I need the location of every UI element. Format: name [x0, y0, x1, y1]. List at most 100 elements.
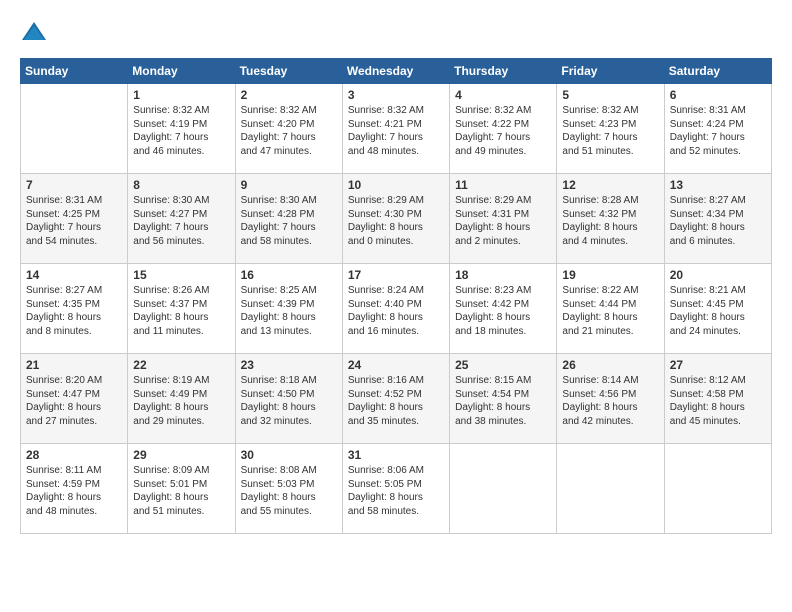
day-cell: 30 Sunrise: 8:08 AM Sunset: 5:03 PM Dayli…: [235, 444, 342, 534]
day-number: 31: [348, 448, 444, 462]
col-header-sunday: Sunday: [21, 59, 128, 84]
header: [20, 20, 772, 48]
day-cell: 19 Sunrise: 8:22 AM Sunset: 4:44 PM Dayli…: [557, 264, 664, 354]
day-number: 14: [26, 268, 122, 282]
day-number: 3: [348, 88, 444, 102]
week-row-4: 21 Sunrise: 8:20 AM Sunset: 4:47 PM Dayli…: [21, 354, 772, 444]
day-cell: 10Sunrise: 8:29 AM Sunset: 4:30 PM Dayli…: [342, 174, 449, 264]
day-info: Sunrise: 8:14 AM Sunset: 4:56 PM Dayligh…: [562, 374, 658, 428]
day-number: 18: [455, 268, 551, 282]
day-number: 12: [562, 178, 658, 192]
day-info: Sunrise: 8:23 AM Sunset: 4:42 PM Dayligh…: [455, 284, 551, 338]
day-number: 7: [26, 178, 122, 192]
day-info: Sunrise: 8:32 AM Sunset: 4:21 PM Dayligh…: [348, 104, 444, 158]
day-cell: 25Sunrise: 8:15 AM Sunset: 4:54 PM Dayli…: [450, 354, 557, 444]
day-cell: 3 Sunrise: 8:32 AM Sunset: 4:21 PM Daylig…: [342, 84, 449, 174]
day-info: Sunrise: 8:32 AM Sunset: 4:22 PM Dayligh…: [455, 104, 551, 158]
day-cell: 7Sunrise: 8:31 AM Sunset: 4:25 PM Daylig…: [21, 174, 128, 264]
day-cell: 9 Sunrise: 8:30 AM Sunset: 4:28 PM Daylig…: [235, 174, 342, 264]
day-cell: 28 Sunrise: 8:11 AM Sunset: 4:59 PM Dayli…: [21, 444, 128, 534]
day-number: 28: [26, 448, 122, 462]
day-info: Sunrise: 8:12 AM Sunset: 4:58 PM Dayligh…: [670, 374, 766, 428]
day-number: 5: [562, 88, 658, 102]
day-cell: 23 Sunrise: 8:18 AM Sunset: 4:50 PM Dayli…: [235, 354, 342, 444]
day-info: Sunrise: 8:18 AM Sunset: 4:50 PM Dayligh…: [241, 374, 337, 428]
week-row-3: 14 Sunrise: 8:27 AM Sunset: 4:35 PM Dayli…: [21, 264, 772, 354]
day-info: Sunrise: 8:27 AM Sunset: 4:35 PM Dayligh…: [26, 284, 122, 338]
day-info: Sunrise: 8:32 AM Sunset: 4:20 PM Dayligh…: [241, 104, 337, 158]
day-cell: 8 Sunrise: 8:30 AM Sunset: 4:27 PM Daylig…: [128, 174, 235, 264]
calendar-table: SundayMondayTuesdayWednesdayThursdayFrid…: [20, 58, 772, 534]
day-info: Sunrise: 8:27 AM Sunset: 4:34 PM Dayligh…: [670, 194, 766, 248]
day-number: 2: [241, 88, 337, 102]
day-info: Sunrise: 8:21 AM Sunset: 4:45 PM Dayligh…: [670, 284, 766, 338]
day-info: Sunrise: 8:09 AM Sunset: 5:01 PM Dayligh…: [133, 464, 229, 518]
day-info: Sunrise: 8:30 AM Sunset: 4:28 PM Dayligh…: [241, 194, 337, 248]
day-info: Sunrise: 8:08 AM Sunset: 5:03 PM Dayligh…: [241, 464, 337, 518]
day-cell: 16Sunrise: 8:25 AM Sunset: 4:39 PM Dayli…: [235, 264, 342, 354]
day-info: Sunrise: 8:30 AM Sunset: 4:27 PM Dayligh…: [133, 194, 229, 248]
day-cell: 13 Sunrise: 8:27 AM Sunset: 4:34 PM Dayli…: [664, 174, 771, 264]
day-cell: 11 Sunrise: 8:29 AM Sunset: 4:31 PM Dayli…: [450, 174, 557, 264]
day-number: 1: [133, 88, 229, 102]
day-number: 21: [26, 358, 122, 372]
day-info: Sunrise: 8:24 AM Sunset: 4:40 PM Dayligh…: [348, 284, 444, 338]
col-header-wednesday: Wednesday: [342, 59, 449, 84]
day-cell: 6Sunrise: 8:31 AM Sunset: 4:24 PM Daylig…: [664, 84, 771, 174]
day-cell: 1Sunrise: 8:32 AM Sunset: 4:19 PM Daylig…: [128, 84, 235, 174]
day-cell: 15Sunrise: 8:26 AM Sunset: 4:37 PM Dayli…: [128, 264, 235, 354]
day-cell: 14 Sunrise: 8:27 AM Sunset: 4:35 PM Dayli…: [21, 264, 128, 354]
day-cell: [664, 444, 771, 534]
day-cell: 29 Sunrise: 8:09 AM Sunset: 5:01 PM Dayli…: [128, 444, 235, 534]
day-number: 23: [241, 358, 337, 372]
day-number: 19: [562, 268, 658, 282]
day-cell: 21 Sunrise: 8:20 AM Sunset: 4:47 PM Dayli…: [21, 354, 128, 444]
day-info: Sunrise: 8:15 AM Sunset: 4:54 PM Dayligh…: [455, 374, 551, 428]
week-row-2: 7Sunrise: 8:31 AM Sunset: 4:25 PM Daylig…: [21, 174, 772, 264]
day-cell: 20 Sunrise: 8:21 AM Sunset: 4:45 PM Dayli…: [664, 264, 771, 354]
day-info: Sunrise: 8:22 AM Sunset: 4:44 PM Dayligh…: [562, 284, 658, 338]
day-number: 11: [455, 178, 551, 192]
day-info: Sunrise: 8:29 AM Sunset: 4:31 PM Dayligh…: [455, 194, 551, 248]
day-cell: 17Sunrise: 8:24 AM Sunset: 4:40 PM Dayli…: [342, 264, 449, 354]
day-number: 29: [133, 448, 229, 462]
col-header-thursday: Thursday: [450, 59, 557, 84]
logo-icon: [20, 20, 48, 48]
day-number: 26: [562, 358, 658, 372]
day-cell: 22 Sunrise: 8:19 AM Sunset: 4:49 PM Dayli…: [128, 354, 235, 444]
day-number: 4: [455, 88, 551, 102]
col-header-saturday: Saturday: [664, 59, 771, 84]
day-number: 27: [670, 358, 766, 372]
day-info: Sunrise: 8:19 AM Sunset: 4:49 PM Dayligh…: [133, 374, 229, 428]
day-info: Sunrise: 8:20 AM Sunset: 4:47 PM Dayligh…: [26, 374, 122, 428]
day-cell: 4 Sunrise: 8:32 AM Sunset: 4:22 PM Daylig…: [450, 84, 557, 174]
day-number: 9: [241, 178, 337, 192]
day-cell: 12 Sunrise: 8:28 AM Sunset: 4:32 PM Dayli…: [557, 174, 664, 264]
day-number: 13: [670, 178, 766, 192]
day-cell: 31 Sunrise: 8:06 AM Sunset: 5:05 PM Dayli…: [342, 444, 449, 534]
day-number: 20: [670, 268, 766, 282]
day-cell: 26 Sunrise: 8:14 AM Sunset: 4:56 PM Dayli…: [557, 354, 664, 444]
day-info: Sunrise: 8:28 AM Sunset: 4:32 PM Dayligh…: [562, 194, 658, 248]
day-number: 30: [241, 448, 337, 462]
col-header-friday: Friday: [557, 59, 664, 84]
day-cell: 18 Sunrise: 8:23 AM Sunset: 4:42 PM Dayli…: [450, 264, 557, 354]
day-info: Sunrise: 8:06 AM Sunset: 5:05 PM Dayligh…: [348, 464, 444, 518]
day-info: Sunrise: 8:11 AM Sunset: 4:59 PM Dayligh…: [26, 464, 122, 518]
day-number: 24: [348, 358, 444, 372]
week-row-1: 1Sunrise: 8:32 AM Sunset: 4:19 PM Daylig…: [21, 84, 772, 174]
logo: [20, 20, 52, 48]
day-info: Sunrise: 8:25 AM Sunset: 4:39 PM Dayligh…: [241, 284, 337, 338]
day-cell: [557, 444, 664, 534]
header-row: SundayMondayTuesdayWednesdayThursdayFrid…: [21, 59, 772, 84]
day-cell: 2 Sunrise: 8:32 AM Sunset: 4:20 PM Daylig…: [235, 84, 342, 174]
day-number: 22: [133, 358, 229, 372]
day-info: Sunrise: 8:16 AM Sunset: 4:52 PM Dayligh…: [348, 374, 444, 428]
day-number: 10: [348, 178, 444, 192]
day-info: Sunrise: 8:31 AM Sunset: 4:24 PM Dayligh…: [670, 104, 766, 158]
week-row-5: 28 Sunrise: 8:11 AM Sunset: 4:59 PM Dayli…: [21, 444, 772, 534]
day-number: 8: [133, 178, 229, 192]
day-cell: 24 Sunrise: 8:16 AM Sunset: 4:52 PM Dayli…: [342, 354, 449, 444]
day-cell: [21, 84, 128, 174]
day-cell: 27 Sunrise: 8:12 AM Sunset: 4:58 PM Dayli…: [664, 354, 771, 444]
